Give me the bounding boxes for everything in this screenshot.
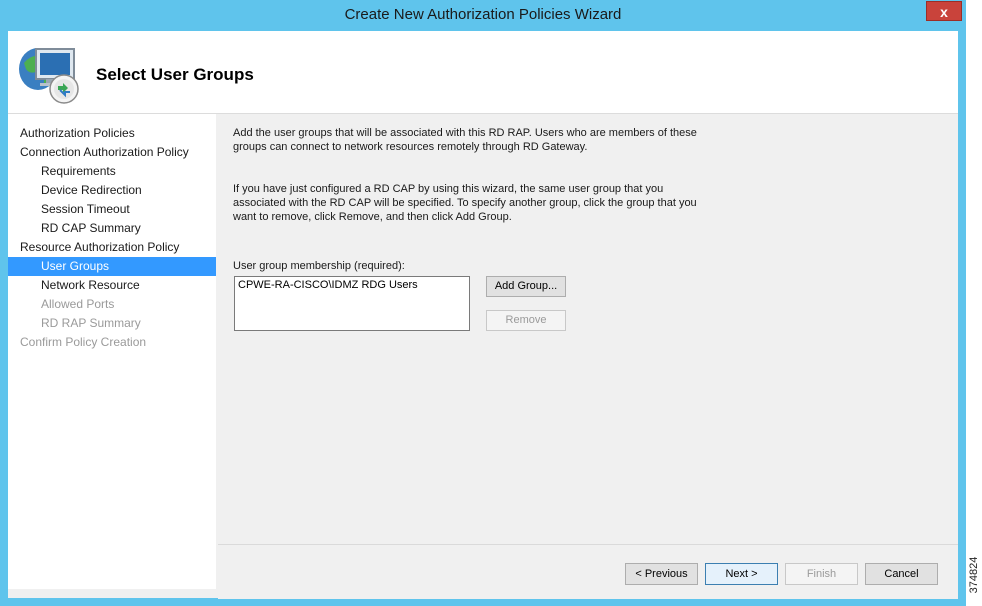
user-group-listbox[interactable]: CPWE-RA-CISCO\IDMZ RDG Users (234, 276, 470, 331)
info-text-line: If you have just configured a RD CAP by … (233, 183, 664, 195)
previous-button[interactable]: < Previous (625, 563, 698, 585)
close-button[interactable]: x (926, 1, 962, 21)
nav-item-network-resource[interactable]: Network Resource (8, 276, 216, 295)
nav-item-device-redirection[interactable]: Device Redirection (8, 181, 216, 200)
next-button[interactable]: Next > (705, 563, 778, 585)
window-title: Create New Authorization Policies Wizard (344, 6, 622, 23)
finish-button[interactable]: Finish (785, 563, 858, 585)
user-group-membership-label: User group membership (required): (233, 260, 405, 272)
cancel-button[interactable]: Cancel (865, 563, 938, 585)
remote-desktop-gateway-icon (19, 48, 79, 104)
intro-text-line: groups can connect to network resources … (233, 141, 588, 153)
nav-item-session-timeout[interactable]: Session Timeout (8, 200, 216, 219)
figure-number-text: 374824 (968, 556, 980, 594)
intro-text-line: Add the user groups that will be associa… (233, 127, 697, 139)
nav-item-rd-rap-summary: RD RAP Summary (41, 316, 141, 330)
page-title: Select User Groups (96, 65, 254, 84)
nav-item-authorization-policies[interactable]: Authorization Policies (8, 124, 216, 143)
wizard-footer: < Previous Next > Finish Cancel (218, 544, 958, 599)
wizard-content: Add the user groups that will be associa… (218, 116, 938, 542)
title-bar[interactable]: Create New Authorization Policies Wizard… (0, 0, 966, 31)
wizard-client-area: Select User Groups Authorization Policie… (8, 31, 958, 599)
nav-item-user-groups[interactable]: User Groups (8, 257, 216, 276)
intro-text: Add the user groups that will be associa… (233, 126, 703, 154)
figure-number: 374824 (966, 545, 982, 605)
wizard-window: Create New Authorization Policies Wizard… (0, 0, 966, 606)
nav-item-confirm-policy-creation: Confirm Policy Creation (20, 335, 147, 349)
info-text-line: want to remove, click Remove, and then c… (233, 211, 512, 223)
add-group-button[interactable]: Add Group... (486, 276, 566, 297)
remove-button[interactable]: Remove (486, 310, 566, 331)
nav-item-connection-authorization-policy[interactable]: Connection Authorization Policy (8, 143, 216, 162)
nav-item-requirements[interactable]: Requirements (8, 162, 216, 181)
wizard-steps-nav: Authorization Policies Connection Author… (8, 114, 216, 589)
info-text-line: associated with the RD CAP will be speci… (233, 197, 697, 209)
wizard-header: Select User Groups (8, 31, 958, 114)
nav-item-rd-cap-summary[interactable]: RD CAP Summary (8, 219, 216, 238)
info-text: If you have just configured a RD CAP by … (233, 182, 703, 224)
list-item[interactable]: CPWE-RA-CISCO\IDMZ RDG Users (235, 277, 469, 293)
nav-item-resource-authorization-policy[interactable]: Resource Authorization Policy (8, 238, 216, 257)
nav-item-allowed-ports: Allowed Ports (41, 297, 115, 311)
